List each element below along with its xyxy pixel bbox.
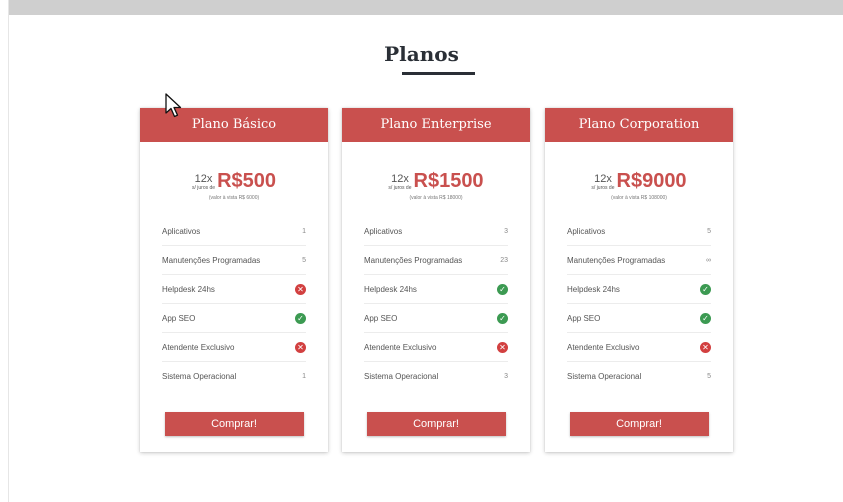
check-circle-icon: ✓: [700, 283, 711, 295]
feature-row: App SEO ✓: [162, 304, 306, 333]
feature-label: Helpdesk 24hs: [364, 284, 417, 294]
feature-value: 3: [504, 373, 508, 380]
feature-row: Manutenções Programadas 23: [364, 246, 508, 275]
browser-top-bar: [0, 0, 843, 15]
check-circle-icon: ✓: [700, 312, 711, 324]
total-price-note: (valor à vista R$ 18000): [409, 195, 463, 201]
total-price-note: (valor à vista R$ 108000): [611, 195, 667, 201]
feature-row: Sistema Operacional 5: [567, 362, 711, 391]
feature-label: Sistema Operacional: [162, 372, 237, 381]
title-underline: [402, 72, 475, 75]
installments: 12x s/ juros de: [192, 174, 215, 192]
feature-label: App SEO: [567, 313, 601, 323]
feature-row: Aplicativos 5: [567, 217, 711, 246]
check-circle-icon: ✓: [497, 283, 508, 295]
feature-row: Atendente Exclusivo ✕: [364, 333, 508, 362]
feature-row: App SEO ✓: [364, 304, 508, 333]
x-circle-icon: ✕: [295, 341, 306, 353]
price-line: 12x s/ juros de R$500: [192, 170, 276, 192]
price-line: 12x s/ juros de R$1500: [388, 170, 483, 192]
installment-count: 12x: [391, 173, 409, 185]
feature-label: Helpdesk 24hs: [567, 284, 620, 294]
feature-list: Aplicativos 3 Manutenções Programadas 23…: [364, 217, 508, 391]
feature-label: Atendente Exclusivo: [567, 342, 640, 352]
interest-note: s/ juros de: [591, 185, 615, 191]
feature-list: Aplicativos 1 Manutenções Programadas 5 …: [162, 217, 306, 391]
installments: 12x s/ juros de: [591, 174, 614, 192]
feature-row: Manutenções Programadas ∞: [567, 246, 711, 275]
feature-value: 3: [504, 227, 508, 235]
plan-price: R$1500: [413, 170, 484, 192]
window-left-edge: [0, 0, 9, 502]
check-circle-icon: ✓: [295, 312, 306, 324]
installment-count: 12x: [594, 173, 612, 185]
plan-card-enterprise: Plano Enterprise 12x s/ juros de R$1500 …: [342, 108, 530, 452]
price-block: 12x s/ juros de R$500 (valor à vista R$ …: [140, 169, 328, 217]
x-circle-icon: ✕: [295, 283, 306, 295]
price-block: 12x s/ juros de R$1500 (valor à vista R$…: [342, 169, 530, 217]
feature-label: Manutenções Programadas: [162, 255, 261, 265]
buy-button-basico[interactable]: Comprar!: [164, 412, 304, 436]
feature-value: 5: [707, 227, 711, 235]
feature-row: Sistema Operacional 3: [364, 362, 508, 391]
feature-label: App SEO: [162, 313, 196, 323]
feature-label: Sistema Operacional: [364, 372, 439, 381]
feature-row: Helpdesk 24hs ✓: [364, 275, 508, 304]
mouse-pointer-icon: [165, 93, 182, 118]
plan-price: R$9000: [616, 170, 687, 192]
buy-button-corporation[interactable]: Comprar!: [569, 412, 709, 436]
feature-list: Aplicativos 5 Manutenções Programadas ∞ …: [567, 217, 711, 391]
total-price-note: (valor à vista R$ 6000): [208, 195, 260, 201]
installment-count: 12x: [194, 173, 213, 185]
feature-value: 1: [302, 227, 306, 235]
feature-label: App SEO: [364, 313, 398, 323]
feature-label: Atendente Exclusivo: [364, 342, 437, 352]
feature-row: Atendente Exclusivo ✕: [162, 333, 306, 362]
feature-row: Helpdesk 24hs ✕: [162, 275, 306, 304]
feature-label: Manutenções Programadas: [567, 255, 666, 265]
feature-value: 1: [302, 373, 306, 380]
plan-card-corporation: Plano Corporation 12x s/ juros de R$9000…: [545, 108, 733, 452]
feature-row: Atendente Exclusivo ✕: [567, 333, 711, 362]
feature-row: Sistema Operacional 1: [162, 362, 306, 391]
interest-note: s/ juros de: [388, 185, 412, 191]
price-line: 12x s/ juros de R$9000: [591, 170, 686, 192]
plan-card-header: Plano Enterprise: [342, 108, 530, 142]
feature-row: Aplicativos 3: [364, 217, 508, 246]
page-title: Planos: [384, 42, 459, 66]
check-circle-icon: ✓: [497, 312, 508, 324]
interest-note: s/ juros de: [191, 185, 216, 191]
feature-label: Aplicativos: [567, 226, 606, 236]
feature-label: Aplicativos: [162, 226, 201, 236]
feature-value: 5: [302, 256, 306, 264]
feature-label: Manutenções Programadas: [364, 255, 463, 265]
buy-button-enterprise[interactable]: Comprar!: [366, 412, 506, 436]
feature-row: Aplicativos 1: [162, 217, 306, 246]
feature-value: 5: [707, 373, 711, 380]
x-circle-icon: ✕: [700, 341, 711, 353]
feature-label: Aplicativos: [364, 226, 403, 236]
feature-row: App SEO ✓: [567, 304, 711, 333]
feature-label: Atendente Exclusivo: [162, 342, 235, 352]
plan-card-header: Plano Corporation: [545, 108, 733, 142]
feature-label: Sistema Operacional: [567, 372, 642, 381]
feature-row: Helpdesk 24hs ✓: [567, 275, 711, 304]
plan-card-basico: Plano Básico 12x s/ juros de R$500 (valo…: [140, 108, 328, 452]
installments: 12x s/ juros de: [388, 174, 411, 192]
x-circle-icon: ✕: [497, 341, 508, 353]
plan-price: R$500: [217, 170, 276, 192]
price-block: 12x s/ juros de R$9000 (valor à vista R$…: [545, 169, 733, 217]
feature-label: Helpdesk 24hs: [162, 284, 215, 294]
feature-value: ∞: [706, 256, 711, 264]
feature-value: 23: [500, 256, 508, 264]
feature-row: Manutenções Programadas 5: [162, 246, 306, 275]
